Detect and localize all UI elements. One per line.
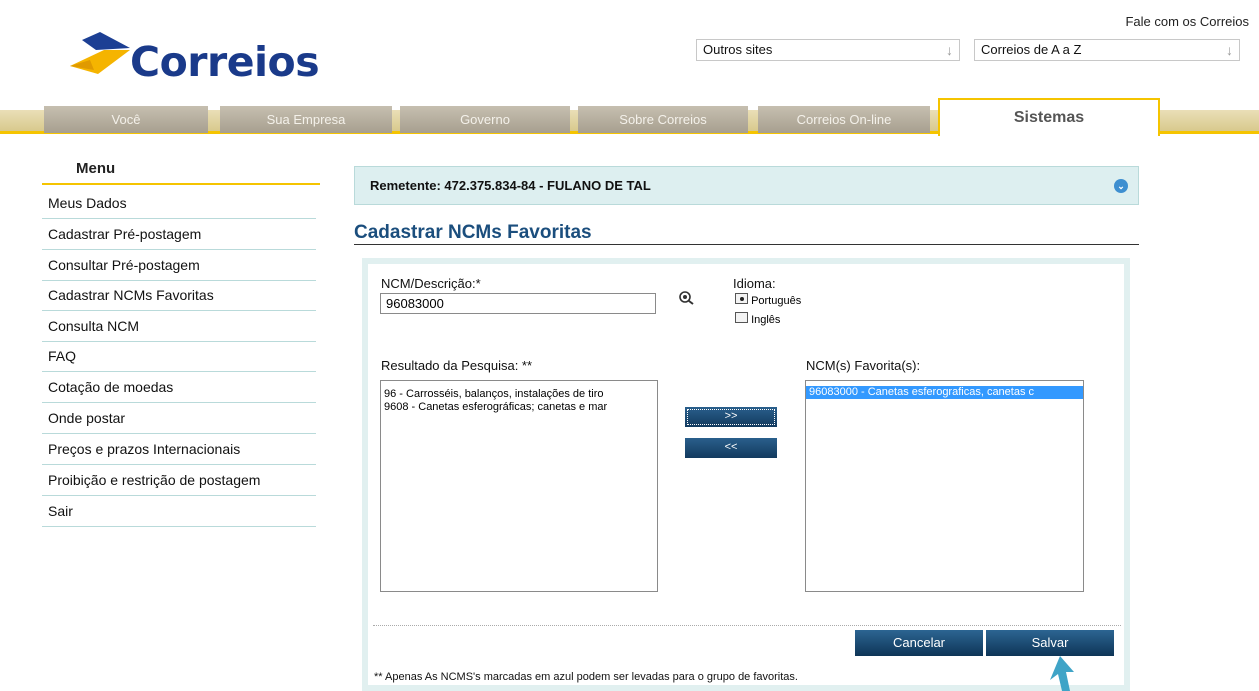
tab-voce[interactable]: Você bbox=[44, 106, 208, 133]
correios-a-z-value: Correios de A a Z bbox=[981, 42, 1082, 57]
brand-name: Correios bbox=[130, 38, 320, 86]
title-divider bbox=[354, 244, 1139, 245]
ncm-label: NCM/Descrição:* bbox=[381, 276, 481, 291]
tab-sua-empresa[interactable]: Sua Empresa bbox=[220, 106, 392, 133]
menu-title: Menu bbox=[76, 160, 116, 177]
menu-item-consulta-ncm[interactable]: Consulta NCM bbox=[42, 311, 316, 342]
outros-sites-value: Outros sites bbox=[703, 42, 773, 57]
menu-item-proibicao-restricao[interactable]: Proibição e restrição de postagem bbox=[42, 465, 316, 496]
tab-governo[interactable]: Governo bbox=[400, 106, 570, 133]
radio-portugues[interactable] bbox=[735, 293, 748, 304]
menu-item-cadastrar-ncms-favoritas[interactable]: Cadastrar NCMs Favoritas bbox=[42, 280, 316, 311]
down-arrow-icon: ↓ bbox=[946, 42, 953, 58]
fale-com-os-correios-link[interactable]: Fale com os Correios bbox=[1125, 14, 1249, 29]
idioma-portugues-option[interactable]: Português bbox=[735, 293, 801, 307]
list-item[interactable]: 96 - Carrosséis, balanços, instalações d… bbox=[381, 388, 657, 401]
remove-favorite-button[interactable]: << bbox=[685, 438, 777, 458]
chevron-down-icon[interactable]: ⌄ bbox=[1114, 179, 1128, 193]
menu-item-precos-prazos[interactable]: Preços e prazos Internacionais bbox=[42, 434, 316, 465]
page-title: Cadastrar NCMs Favoritas bbox=[354, 222, 592, 243]
idioma-portugues-label: Português bbox=[751, 295, 802, 307]
radio-ingles[interactable] bbox=[735, 312, 748, 323]
menu-item-sair[interactable]: Sair bbox=[42, 496, 316, 527]
list-item[interactable]: 9608 - Canetas esferográficas; canetas e… bbox=[381, 401, 657, 414]
menu-item-meus-dados[interactable]: Meus Dados bbox=[42, 188, 316, 219]
menu-item-cadastrar-pre-postagem[interactable]: Cadastrar Pré-postagem bbox=[42, 219, 316, 250]
logo-mark-icon bbox=[70, 32, 130, 74]
menu-item-onde-postar[interactable]: Onde postar bbox=[42, 403, 316, 434]
cancel-button[interactable]: Cancelar bbox=[855, 630, 983, 656]
resultado-listbox[interactable]: 96 - Carrosséis, balanços, instalações d… bbox=[380, 380, 658, 592]
outros-sites-select[interactable]: Outros sites ↓ bbox=[696, 39, 960, 61]
tab-sistemas[interactable]: Sistemas bbox=[938, 98, 1160, 136]
menu-item-faq[interactable]: FAQ bbox=[42, 341, 316, 372]
favoritas-listbox[interactable]: 96083000 - Canetas esferograficas, canet… bbox=[805, 380, 1084, 592]
pointer-arrow-icon bbox=[1050, 656, 1074, 691]
ncm-input[interactable] bbox=[380, 293, 656, 314]
add-favorite-button[interactable]: >> bbox=[685, 407, 777, 427]
resultado-label: Resultado da Pesquisa: ** bbox=[381, 358, 533, 373]
search-icon[interactable] bbox=[678, 290, 696, 306]
menu-divider bbox=[42, 183, 320, 185]
list-item-selected[interactable]: 96083000 - Canetas esferograficas, canet… bbox=[806, 386, 1083, 399]
idioma-ingles-option[interactable]: Inglês bbox=[735, 312, 780, 326]
tab-sobre-correios[interactable]: Sobre Correios bbox=[578, 106, 748, 133]
remetente-bar[interactable]: Remetente: 472.375.834-84 - FULANO DE TA… bbox=[354, 166, 1139, 205]
favoritas-label: NCM(s) Favorita(s): bbox=[806, 358, 921, 373]
menu-item-cotacao-de-moedas[interactable]: Cotação de moedas bbox=[42, 372, 316, 403]
remetente-text: Remetente: 472.375.834-84 - FULANO DE TA… bbox=[370, 178, 651, 193]
idioma-label: Idioma: bbox=[733, 276, 776, 291]
menu-item-consultar-pre-postagem[interactable]: Consultar Pré-postagem bbox=[42, 250, 316, 281]
down-arrow-icon: ↓ bbox=[1226, 42, 1233, 58]
tab-correios-online[interactable]: Correios On-line bbox=[758, 106, 930, 133]
footnote: ** Apenas As NCMS's marcadas em azul pod… bbox=[374, 671, 798, 683]
correios-a-z-select[interactable]: Correios de A a Z ↓ bbox=[974, 39, 1240, 61]
idioma-ingles-label: Inglês bbox=[751, 314, 781, 326]
separator bbox=[373, 625, 1121, 626]
